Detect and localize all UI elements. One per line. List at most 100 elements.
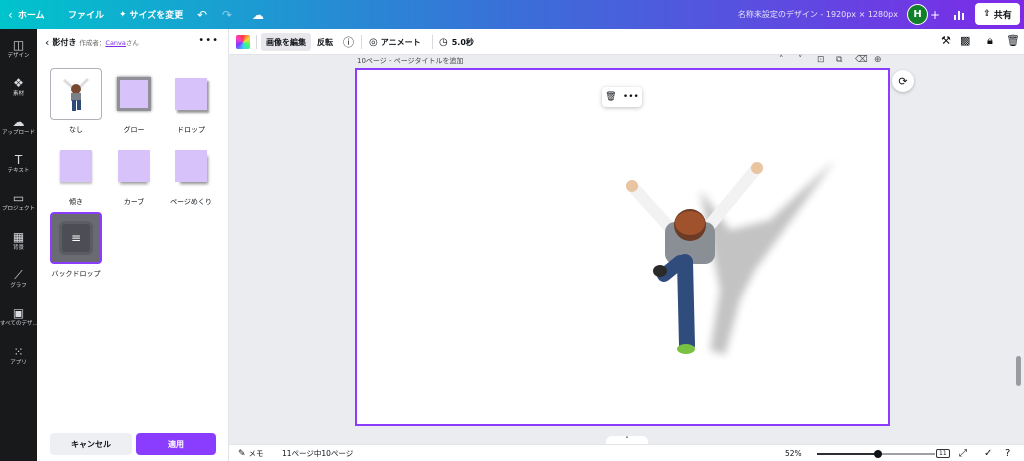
avatar[interactable]: H	[907, 4, 928, 25]
effect-thumb	[165, 68, 217, 120]
rail-label: 素材	[12, 91, 24, 97]
zoom-percent[interactable]: 52%	[785, 445, 802, 461]
boy-thumbnail	[63, 77, 90, 111]
resize-button[interactable]: ✦ サイズを変更	[119, 0, 183, 29]
side-rail: ◫ デザイン ❖ 素材 ☁ アップロード T テキスト ▭ プロジェクト ▦ 背…	[0, 29, 37, 461]
apply-button[interactable]: 適用	[136, 433, 216, 455]
add-page-icon[interactable]: ⊕	[874, 55, 882, 65]
rail-item-uploads[interactable]: ☁ アップロード	[0, 115, 37, 137]
collapse-notes-tab[interactable]: ˄	[606, 436, 648, 444]
effect-backdrop[interactable]: ≡ バックドロップ	[50, 212, 102, 279]
rail-item-background[interactable]: ▦ 背景	[0, 230, 37, 252]
delete-icon[interactable]: 🗑︎	[605, 92, 616, 102]
footer-bar: ✎ メモ 11ページ中10ページ 52% 11 ⤢ ✓ ?	[229, 444, 1024, 461]
effect-curved[interactable]: カーブ	[108, 140, 160, 207]
floating-toolbar: 🗑︎ •••	[602, 87, 642, 107]
cancel-button[interactable]: キャンセル	[50, 433, 132, 455]
duration-button[interactable]: ◷ 5.0秒	[439, 33, 474, 51]
rail-label: デザイン	[7, 53, 30, 59]
cloud-save-button[interactable]: ☁	[252, 0, 264, 29]
cloud-icon: ☁	[252, 7, 264, 22]
share-icon: ⇪	[983, 9, 991, 19]
effect-angled[interactable]: 傾き	[50, 140, 102, 207]
flip-button[interactable]: 反転	[317, 33, 333, 51]
toolbar-divider	[256, 35, 257, 49]
delete-page-icon[interactable]: ⌫	[855, 55, 868, 65]
notes-button[interactable]: ✎ メモ	[238, 445, 264, 461]
home-button[interactable]: ‹ ホーム	[8, 0, 45, 29]
adjust-sliders-icon[interactable]: ≡	[62, 224, 90, 252]
more-icon[interactable]: •••	[623, 92, 639, 102]
transparency-icon[interactable]: ▩	[960, 34, 970, 47]
rail-item-all-designs[interactable]: ▣ すべてのデザ...	[0, 306, 37, 328]
rail-label: アップロード	[1, 130, 35, 136]
file-menu[interactable]: ファイル	[68, 0, 104, 29]
effect-thumb	[50, 140, 102, 192]
effect-swatch	[175, 150, 207, 182]
undo-icon: ↶	[197, 7, 208, 22]
right-arm	[704, 162, 763, 231]
effect-none[interactable]: なし	[50, 68, 102, 135]
effect-thumb	[165, 140, 217, 192]
trash-icon[interactable]: 🗑︎	[1006, 34, 1020, 47]
editor-toolbar: 画像を編集 反転 ⓘ ◎ アニメート ◷ 5.0秒 ⚒ ▩ 🔒︎ 🗑︎	[229, 29, 1024, 55]
sparkle-icon: ✦	[119, 9, 127, 20]
rail-label: すべてのデザ...	[0, 321, 37, 327]
page-title-label[interactable]: 10ページ - ページタイトルを追加	[357, 56, 463, 66]
zoom-slider-handle[interactable]	[874, 450, 883, 458]
lock-icon[interactable]: 🔒︎	[987, 34, 993, 48]
effect-label: 傾き	[69, 198, 83, 206]
share-button[interactable]: ⇪ 共有	[975, 3, 1020, 25]
top-bar: ‹ ホーム ファイル ✦ サイズを変更 ↶ ↷ ☁ 名称未設定のデザイン - 1…	[0, 0, 1024, 29]
home-label: ホーム	[17, 11, 45, 21]
page-lock-icon[interactable]: ⊡	[817, 55, 825, 65]
paint-roller-icon[interactable]: ⚒	[941, 34, 951, 47]
page-down-icon[interactable]: ˅	[798, 55, 803, 65]
duplicate-page-icon[interactable]: ⧉	[836, 55, 842, 65]
document-title[interactable]: 名称未設定のデザイン - 1920px × 1280px	[738, 0, 898, 29]
edit-image-button[interactable]: 画像を編集	[261, 33, 311, 51]
image-shadow	[700, 160, 835, 355]
duration-label: 5.0秒	[451, 37, 474, 47]
fullscreen-icon[interactable]: ⤢	[959, 445, 967, 461]
rail-item-projects[interactable]: ▭ プロジェクト	[0, 191, 37, 213]
animate-button[interactable]: ◎ アニメート	[369, 33, 421, 51]
effect-thumb	[108, 140, 160, 192]
info-icon[interactable]: ⓘ	[343, 34, 354, 50]
insights-button[interactable]	[953, 0, 965, 29]
check-circle-icon[interactable]: ✓	[984, 445, 992, 461]
help-icon[interactable]: ?	[1005, 445, 1010, 461]
zoom-slider[interactable]	[817, 450, 935, 458]
page-grid-button[interactable]: 11	[936, 445, 950, 461]
rail-label: 背景	[12, 245, 24, 251]
rail-item-apps[interactable]: ⁙ アプリ	[0, 345, 37, 367]
author-link[interactable]: Canva	[105, 39, 125, 47]
effect-drop[interactable]: ドロップ	[165, 68, 217, 135]
author-credit: 作成者：Canvaさん	[79, 37, 138, 47]
undo-button[interactable]: ↶	[197, 0, 207, 29]
rail-item-design[interactable]: ◫ デザイン	[0, 38, 37, 60]
effect-label: ドロップ	[177, 126, 205, 134]
more-options-icon[interactable]: •••	[198, 35, 219, 46]
author-prefix: 作成者：	[79, 39, 106, 47]
page-counter: 11ページ中10ページ	[282, 449, 354, 458]
effect-glow[interactable]: グロー	[108, 68, 160, 135]
cap	[675, 211, 705, 235]
page-up-icon[interactable]: ˄	[779, 55, 784, 65]
add-member-button[interactable]: +	[930, 0, 940, 29]
redo-button[interactable]: ↷	[222, 0, 232, 29]
effect-thumb	[50, 68, 102, 120]
elements-icon: ❖	[13, 76, 24, 90]
effect-page-lift[interactable]: ページめくり	[165, 140, 217, 207]
vertical-scrollbar[interactable]	[1016, 356, 1021, 386]
animate-icon: ◎	[369, 36, 378, 48]
boy-jumping-image[interactable]	[620, 150, 850, 365]
rail-item-text[interactable]: T テキスト	[0, 153, 37, 175]
left-hand	[626, 180, 638, 192]
apps-icon: ⁙	[13, 345, 24, 359]
rail-item-elements[interactable]: ❖ 素材	[0, 76, 37, 98]
rail-item-charts[interactable]: ⟋ グラフ	[0, 268, 37, 290]
refresh-icon[interactable]: ⟳	[892, 70, 914, 92]
back-icon[interactable]: ‹	[45, 36, 49, 49]
color-picker-icon[interactable]	[236, 35, 250, 49]
